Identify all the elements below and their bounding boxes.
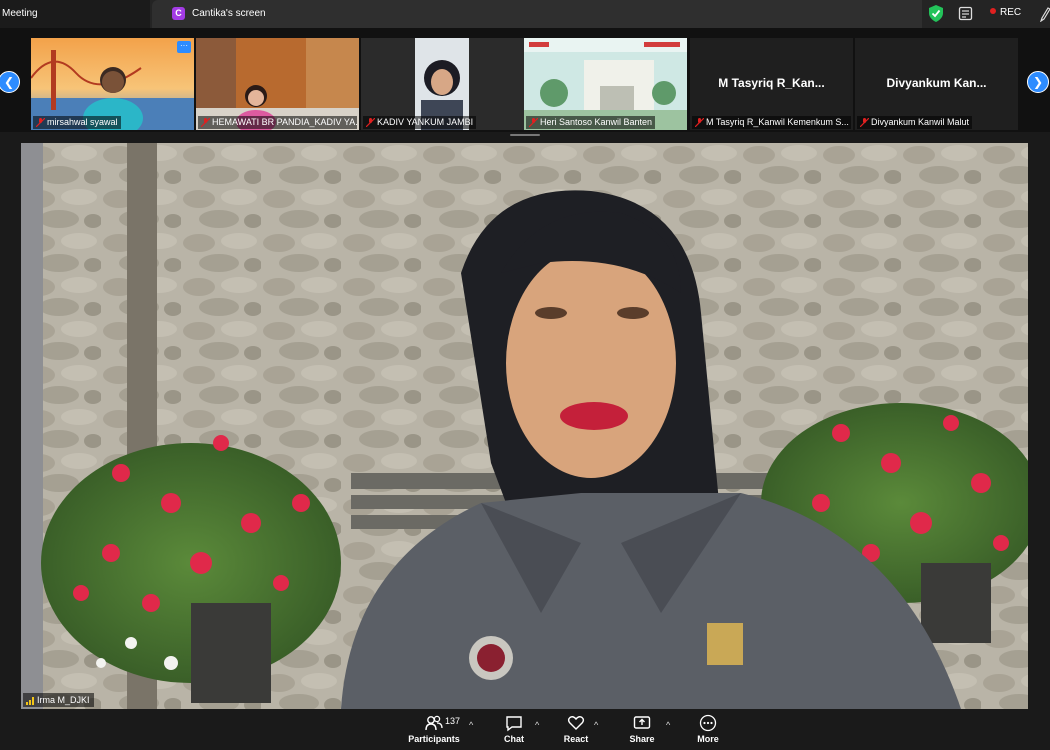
muted-mic-icon [201,118,210,127]
participants-count: 137 [445,716,461,726]
share-label: Share [629,734,655,744]
chat-label: Chat [504,734,524,744]
chat-options-caret[interactable]: ^ [535,720,539,730]
scroll-right-button[interactable]: ❯ [1027,71,1049,93]
record-dot-icon [990,8,996,14]
tab-avatar-badge: C [172,7,185,20]
participant-name: M Tasyriq R_Kanwil Kemenkum S... [692,116,851,129]
tab-label: Cantika's screen [192,8,266,19]
share-options-caret[interactable]: ^ [666,720,670,730]
rec-label: REC [1000,7,1022,18]
participant-name-text: mirsahwal syawal [47,117,118,127]
participant-name: KADIV YANKUM JAMBI [363,116,477,129]
title-bar: Meeting C Cantika's screen REC [0,0,1050,28]
more-dots-icon [699,714,717,732]
audio-level-icon [26,697,34,705]
react-label: React [563,734,589,744]
share-button[interactable]: Share [627,714,657,744]
participant-tile[interactable]: KADIV YANKUM JAMBI [361,38,524,130]
participant-name-text: Heri Santoso Kanwil Banten [540,117,653,127]
window-title: Meeting [0,0,150,28]
participant-name-text: Divyankum Kanwil Malut [871,117,970,127]
participant-tile[interactable]: HEMAWATI BR PANDIA_KADIV YA... [196,38,359,130]
strip-resize-handle[interactable] [510,134,540,136]
participant-name: mirsahwal syawal [33,116,121,129]
scroll-left-button[interactable]: ❮ [0,71,20,93]
participant-tile[interactable]: Heri Santoso Kanwil Banten [524,38,687,130]
active-speaker-name: Irma M_DJKI [23,693,94,707]
participants-icon [425,715,443,731]
participants-label: Participants [408,734,460,744]
participant-tile[interactable]: ··· mirsahwal syawal [31,38,194,130]
react-button[interactable]: React [561,714,591,744]
more-button[interactable]: More [694,714,722,744]
participants-options-caret[interactable]: ^ [469,720,473,730]
participant-display-name: Divyankum Kan... [886,76,987,90]
participant-name-text: M Tasyriq R_Kanwil Kemenkum S... [706,117,849,127]
shield-check-icon[interactable] [929,5,943,22]
participant-name-text: KADIV YANKUM JAMBI [377,117,474,127]
participant-name: HEMAWATI BR PANDIA_KADIV YA... [198,116,357,129]
meeting-toolbar: Participants 137 ^ Chat ^ React ^ Share … [0,710,1050,750]
notes-icon[interactable] [958,6,974,22]
recording-indicator[interactable]: REC [990,0,1021,26]
muted-mic-icon [529,118,538,127]
participant-name: Divyankum Kanwil Malut [857,116,973,129]
participant-name: Heri Santoso Kanwil Banten [526,116,656,129]
participant-display-name: M Tasyriq R_Kan... [718,76,825,90]
active-speaker-video: Irma M_DJKI [21,143,1028,709]
participant-tile[interactable]: Divyankum Kan... Divyankum Kanwil Malut [855,38,1018,130]
speaker-video-frame [21,143,1028,709]
more-label: More [697,734,719,744]
react-options-caret[interactable]: ^ [594,720,598,730]
share-screen-icon [633,716,651,729]
active-speaker-name-text: Irma M_DJKI [37,695,90,705]
chat-icon [506,716,522,732]
muted-mic-icon [860,118,869,127]
muted-mic-icon [366,118,375,127]
muted-mic-icon [695,118,704,127]
muted-mic-icon [36,118,45,127]
chat-button[interactable]: Chat [500,714,528,744]
heart-icon [567,716,585,730]
participant-strip: ❮ ··· mirsahwal syawal HEMAWATI BR PANDI… [0,28,1050,136]
participant-tile[interactable]: M Tasyriq R_Kan... M Tasyriq R_Kanwil Ke… [690,38,853,130]
participant-name-text: HEMAWATI BR PANDIA_KADIV YA... [212,117,357,127]
annotate-icon[interactable] [1040,6,1050,22]
tile-options-button[interactable]: ··· [177,41,191,53]
shared-screen-tab[interactable]: C Cantika's screen [152,0,922,28]
